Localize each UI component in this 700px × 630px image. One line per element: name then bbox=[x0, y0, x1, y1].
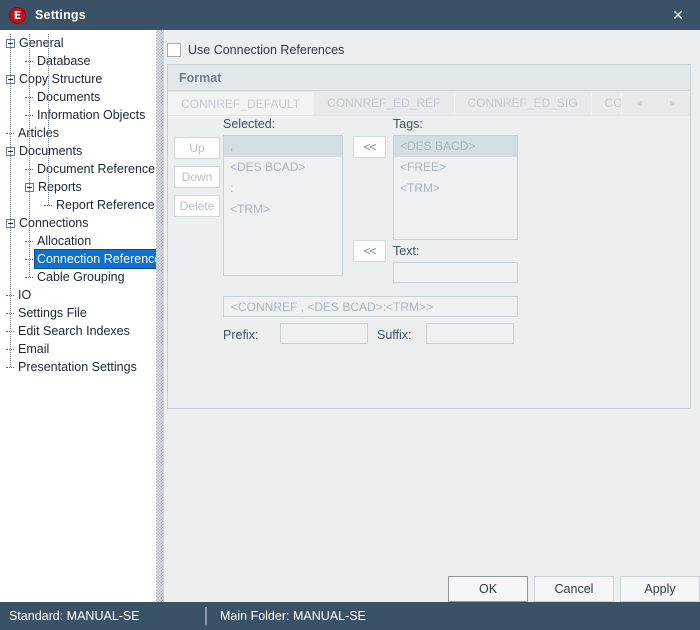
tree-guide-line bbox=[29, 34, 30, 277]
tree-item-label: Copy Structure bbox=[19, 72, 103, 86]
tree-item-connections[interactable]: Connections bbox=[6, 214, 91, 232]
text-field[interactable] bbox=[393, 262, 518, 283]
tree-item-document-reference[interactable]: Document Reference bbox=[25, 160, 156, 178]
tree-item-documents[interactable]: Documents bbox=[6, 142, 84, 160]
selected-list-item[interactable]: <DES BCAD> bbox=[224, 157, 342, 178]
use-connection-references-label: Use Connection References bbox=[188, 43, 345, 57]
format-panel-header: Format bbox=[168, 65, 690, 91]
tree-item-report-reference[interactable]: Report Reference bbox=[44, 196, 156, 214]
tree-item-articles[interactable]: Articles bbox=[6, 124, 61, 142]
format-panel: Format CONNREF_DEFAULT CONNREF_ED_REF CONN… bbox=[167, 64, 691, 409]
format-preview-field: <CONNREF , <DES BCAD>:<TRM>> bbox=[223, 296, 518, 317]
tree-item-cable-grouping[interactable]: Cable Grouping bbox=[25, 268, 127, 286]
suffix-input[interactable] bbox=[426, 323, 514, 344]
window-title: Settings bbox=[35, 8, 86, 22]
tree-item-connection-reference[interactable]: Connection Reference bbox=[25, 249, 156, 269]
selected-list-item[interactable]: : bbox=[224, 178, 342, 199]
tags-list-item[interactable]: <DES BACD> bbox=[394, 136, 517, 157]
tree-item-label: Email bbox=[18, 342, 50, 356]
tree-item-label: Edit Search Indexes bbox=[18, 324, 130, 338]
tree-item-label: IO bbox=[18, 288, 32, 302]
tab-prev-arrow-icon[interactable]: ◄ bbox=[622, 98, 656, 109]
suffix-label: Suffix: bbox=[377, 328, 412, 342]
tree-item-label: Allocation bbox=[37, 234, 92, 248]
ok-button[interactable]: OK bbox=[448, 576, 528, 602]
tree-item-label: Reports bbox=[38, 180, 82, 194]
text-field-label: Text: bbox=[393, 244, 420, 258]
settings-tree[interactable]: General Database Copy Structure Documents In… bbox=[0, 30, 156, 602]
selected-list-item[interactable]: , bbox=[224, 136, 342, 157]
tab-connref_ed_sig[interactable]: CONNREF_ED_SIG bbox=[454, 91, 592, 115]
title-bar: E Settings ✕ bbox=[0, 0, 700, 30]
tree-item-label: Documents bbox=[19, 144, 83, 158]
tree-item-label: Database bbox=[37, 54, 91, 68]
tags-list-item[interactable]: <TRM> bbox=[394, 178, 517, 199]
format-panel-title: Format bbox=[179, 70, 222, 85]
tree-guide-line bbox=[48, 34, 49, 205]
tab-connref_ed_ref[interactable]: CONNREF_ED_REF bbox=[314, 91, 455, 115]
apply-button[interactable]: Apply bbox=[620, 576, 700, 602]
tree-item-email[interactable]: Email bbox=[6, 340, 51, 358]
close-icon[interactable]: ✕ bbox=[656, 0, 700, 30]
tree-item-label: Document Reference bbox=[37, 162, 156, 176]
format-tab-strip[interactable]: CONNREF_DEFAULT CONNREF_ED_REF CONNREF_ED_… bbox=[168, 91, 690, 116]
tree-item-documents[interactable]: Documents bbox=[25, 88, 102, 106]
selected-list-label: Selected: bbox=[223, 117, 276, 131]
prefix-input[interactable] bbox=[280, 323, 368, 344]
cancel-button[interactable]: Cancel bbox=[534, 576, 614, 602]
tree-item-label: Connection Reference bbox=[33, 249, 156, 269]
settings-content-pane: Use Connection References Format CONNREF… bbox=[164, 30, 700, 602]
selected-list-item[interactable]: <TRM> bbox=[224, 199, 342, 220]
tree-item-label: General bbox=[19, 36, 64, 50]
use-connection-references-checkbox[interactable] bbox=[167, 43, 181, 57]
settings-dialog: E Settings ✕ General Database Copy Structu… bbox=[0, 0, 700, 630]
tree-item-reports[interactable]: Reports bbox=[25, 178, 84, 196]
pane-splitter[interactable] bbox=[156, 30, 164, 602]
tree-item-label: Information Objects bbox=[37, 108, 146, 122]
status-separator bbox=[205, 607, 207, 625]
tree-item-copy-structure[interactable]: Copy Structure bbox=[6, 70, 104, 88]
app-logo-icon: E bbox=[9, 6, 26, 24]
status-bar: Standard: MANUAL-SE Main Folder: MANUAL-… bbox=[0, 602, 700, 630]
selected-listbox[interactable]: , <DES BCAD>: <TRM> bbox=[223, 135, 343, 276]
status-standard: Standard: MANUAL-SE bbox=[9, 609, 140, 623]
move-text-button[interactable]: << bbox=[353, 240, 386, 262]
tags-list-item[interactable]: <FREE> bbox=[394, 157, 517, 178]
tab-next-arrow-icon[interactable]: ► bbox=[656, 98, 690, 109]
tree-item-edit-search-indexes[interactable]: Edit Search Indexes bbox=[6, 322, 132, 340]
tree-item-label: Report Reference bbox=[56, 198, 155, 212]
tab-connref_default[interactable]: CONNREF_DEFAULT bbox=[168, 91, 315, 115]
use-connection-references-row[interactable]: Use Connection References bbox=[167, 43, 344, 57]
format-panel-body: Up Down Delete Selected: , <DES BCAD>: <TR… bbox=[168, 116, 690, 408]
tree-item-presentation-settings[interactable]: Presentation Settings bbox=[6, 358, 139, 376]
tree-guide-line bbox=[10, 34, 11, 367]
tab-connref_ed_sigs[interactable]: CONNREF_ED_SIGS bbox=[591, 91, 622, 115]
prefix-label: Prefix: bbox=[223, 328, 259, 342]
tree-item-label: Settings File bbox=[18, 306, 87, 320]
tree-item-general[interactable]: General bbox=[6, 34, 65, 52]
delete-button[interactable]: Delete bbox=[174, 195, 220, 217]
tree-item-settings-file[interactable]: Settings File bbox=[6, 304, 89, 322]
tree-item-label: Documents bbox=[37, 90, 101, 104]
move-tag-button[interactable]: << bbox=[353, 136, 386, 158]
tree-item-database[interactable]: Database bbox=[25, 52, 93, 70]
down-button[interactable]: Down bbox=[174, 166, 220, 188]
up-button[interactable]: Up bbox=[174, 137, 220, 159]
tree-item-label: Presentation Settings bbox=[18, 360, 137, 374]
tree-item-allocation[interactable]: Allocation bbox=[25, 232, 93, 250]
tree-item-label: Articles bbox=[18, 126, 59, 140]
tree-item-information-objects[interactable]: Information Objects bbox=[25, 106, 147, 124]
tree-item-label: Cable Grouping bbox=[37, 270, 125, 284]
tab-nav[interactable]: ◄ ► bbox=[622, 91, 690, 115]
tags-listbox[interactable]: <DES BACD> <FREE> <TRM> bbox=[393, 135, 518, 240]
status-main-folder: Main Folder: MANUAL-SE bbox=[220, 609, 366, 623]
tags-list-label: Tags: bbox=[393, 117, 423, 131]
